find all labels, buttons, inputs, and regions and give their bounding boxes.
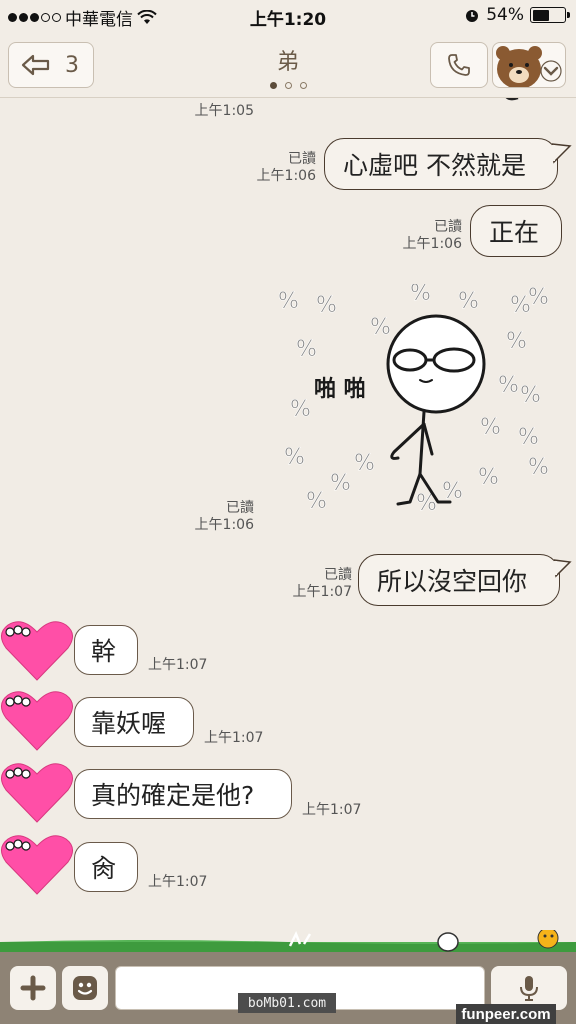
svg-text:%: %	[480, 415, 501, 440]
message-time: 上午1:07	[148, 874, 208, 890]
battery-icon	[530, 7, 570, 23]
read-receipt: 已讀	[324, 567, 352, 583]
svg-text:%: %	[370, 315, 391, 340]
bubble-tail	[552, 143, 572, 164]
message-bubble-out[interactable]: 正在	[470, 205, 562, 257]
page-indicator	[0, 82, 576, 89]
call-button[interactable]	[430, 42, 488, 88]
svg-text:%: %	[458, 289, 479, 314]
message-list[interactable]: 上午1:05 已讀 上午1:06 心虛吧 不然就是 已讀 上午1:06 正在 已…	[0, 98, 576, 950]
microphone-icon	[520, 976, 538, 1001]
heart-avatar[interactable]	[0, 832, 74, 896]
message-meta: 已讀 上午1:06	[216, 151, 316, 185]
svg-text:%: %	[478, 465, 499, 490]
svg-text:%: %	[520, 383, 541, 408]
profile-menu-button[interactable]	[492, 42, 566, 88]
add-button[interactable]	[10, 966, 56, 1010]
plus-icon	[20, 975, 46, 1001]
heart-avatar[interactable]	[0, 760, 74, 824]
message-time: 上午1:06	[194, 517, 254, 533]
message-time: 上午1:07	[302, 802, 362, 818]
svg-text:%: %	[442, 479, 463, 504]
message-meta: 已讀 上午1:06	[154, 500, 254, 534]
message-meta: 已讀 上午1:06	[362, 219, 462, 253]
svg-text:%: %	[498, 373, 519, 398]
svg-text:%: %	[316, 293, 337, 318]
message-bubble-in[interactable]: 真的確定是他?	[74, 769, 292, 819]
heart-avatar[interactable]	[0, 688, 74, 752]
sticker-text: 啪 啪	[314, 376, 366, 402]
sticker-button[interactable]	[62, 966, 108, 1010]
svg-text:%: %	[278, 289, 299, 314]
message-bubble-in[interactable]: 靠妖喔	[74, 697, 194, 747]
svg-text:%: %	[290, 397, 311, 422]
message-text: 正在	[489, 218, 540, 247]
brown-bear-avatar-icon	[496, 46, 562, 87]
theme-banner	[0, 930, 576, 954]
alarm-icon	[466, 10, 479, 22]
svg-text:%: %	[284, 445, 305, 470]
svg-text:%: %	[306, 489, 327, 514]
read-receipt: 已讀	[288, 151, 316, 167]
watermark-right: funpeer.com	[456, 1004, 556, 1024]
sticker-fragment	[505, 98, 519, 101]
chat-header: 3 弟	[0, 32, 576, 98]
message-time: 上午1:06	[402, 236, 462, 252]
phone-icon	[448, 54, 470, 76]
bubble-tail	[554, 559, 572, 578]
battery-percent: 54%	[486, 5, 524, 25]
message-time: 上午1:07	[148, 657, 208, 673]
message-bubble-in[interactable]: 肏	[74, 842, 138, 892]
message-text: 靠妖喔	[91, 709, 167, 738]
message-bubble-in[interactable]: 幹	[74, 625, 138, 675]
message-text: 幹	[91, 637, 117, 666]
svg-text:%: %	[528, 455, 549, 480]
message-text: 肏	[91, 854, 117, 883]
message-text: 心虛吧 不然就是	[343, 151, 526, 180]
svg-text:%: %	[506, 329, 527, 354]
svg-text:%: %	[354, 451, 375, 476]
status-bar: 中華電信 上午1:20 54%	[0, 0, 576, 32]
svg-text:%: %	[296, 337, 317, 362]
message-time: 上午1:07	[204, 730, 264, 746]
svg-text:%: %	[410, 284, 431, 306]
message-text: 所以沒空回你	[377, 567, 528, 596]
svg-text:%: %	[528, 285, 549, 310]
message-text: 真的確定是他?	[91, 781, 255, 810]
watermark-left: boMb01.com	[238, 993, 336, 1013]
read-receipt: 已讀	[434, 219, 462, 235]
message-time: 上午1:06	[256, 168, 316, 184]
chat-title: 弟	[276, 50, 299, 75]
message-bubble-out[interactable]: 心虛吧 不然就是	[324, 138, 558, 190]
svg-text:%: %	[330, 471, 351, 496]
message-bubble-out[interactable]: 所以沒空回你	[358, 554, 560, 606]
message-time: 上午1:05	[194, 103, 254, 119]
svg-text:%: %	[518, 425, 539, 450]
read-receipt: 已讀	[226, 500, 254, 516]
smiley-icon	[73, 976, 97, 1000]
message-time: 上午1:07	[292, 584, 352, 600]
heart-avatar[interactable]	[0, 618, 74, 682]
message-meta: 已讀 上午1:07	[252, 567, 352, 601]
stick-figure-sticker[interactable]: %%% %%% %%% %%% %%% %%% %%% % 啪 啪	[270, 284, 570, 534]
